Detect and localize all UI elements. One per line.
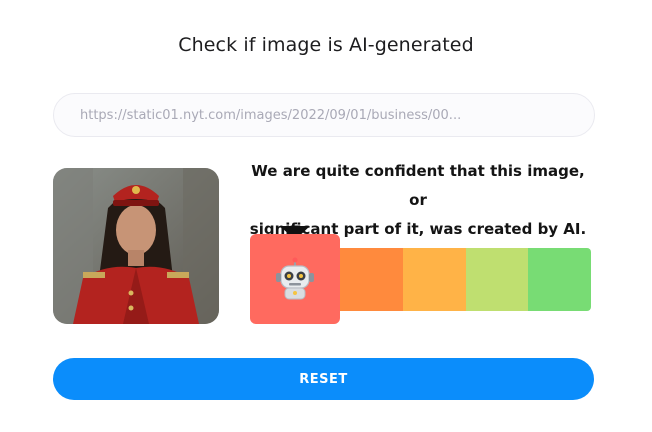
robot-icon <box>276 257 314 300</box>
result-line-1: We are quite confident that this image, … <box>251 162 585 209</box>
confidence-meter <box>340 248 591 311</box>
uploaded-image <box>53 168 219 324</box>
meter-segment <box>340 248 403 311</box>
meter-segment <box>402 248 466 311</box>
reset-button[interactable]: RESET <box>53 358 594 400</box>
uploaded-photo-illustration <box>53 168 219 324</box>
meter-segment <box>465 248 529 311</box>
meter-active-segment <box>250 234 340 324</box>
image-url-field[interactable] <box>53 93 595 137</box>
meter-segment <box>528 248 591 311</box>
page-title: Check if image is AI-generated <box>178 34 474 56</box>
image-url-input[interactable] <box>78 106 570 124</box>
